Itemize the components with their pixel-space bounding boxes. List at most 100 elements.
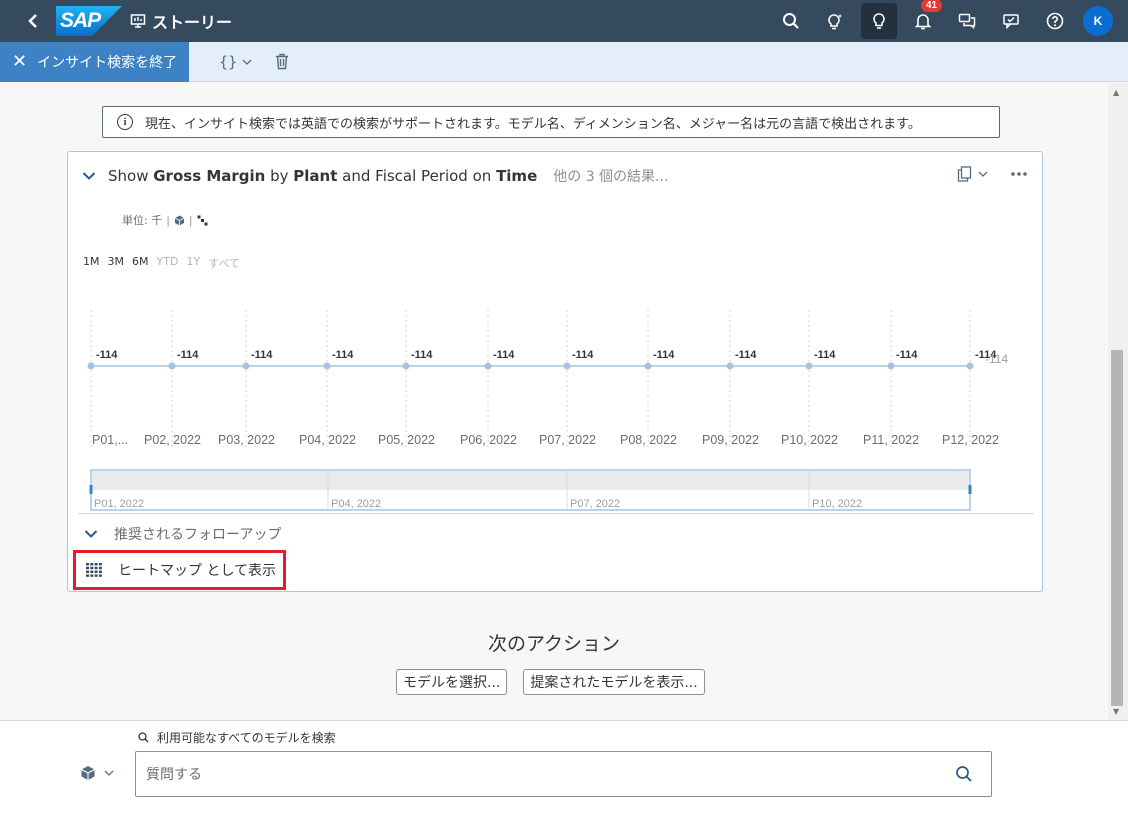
data-point — [402, 362, 410, 370]
scroll-up-icon[interactable]: ▲ — [1113, 88, 1119, 97]
delete-button[interactable] — [274, 53, 290, 70]
range-button[interactable]: 3M — [108, 255, 125, 271]
card-header: Show Gross Margin by Plant and Fiscal Pe… — [82, 166, 668, 186]
x-tick-label: P11, 2022 — [863, 433, 919, 447]
x-tick-label: P08, 2022 — [620, 433, 677, 447]
x-tick-label: P06, 2022 — [460, 433, 517, 447]
time-range-buttons: 1M 3M 6M YTD 1Y すべて — [83, 255, 240, 271]
select-model-button[interactable]: モデルを選択... — [396, 669, 508, 695]
trash-icon — [276, 53, 289, 70]
scrollbar-thumb[interactable] — [1111, 350, 1123, 706]
notice-text: 現在、インサイト検索では英語での検索がサポートされます。モデル名、ディメンション… — [145, 116, 921, 132]
more-results-link[interactable]: 他の 3 個の結果... — [553, 166, 668, 186]
search-button[interactable] — [773, 3, 809, 39]
navigator-label: P07, 2022 — [570, 498, 620, 510]
data-point — [966, 362, 974, 370]
question-input-box — [135, 751, 992, 797]
info-icon: i — [117, 114, 133, 130]
card-title-part: Gross Margin — [153, 167, 266, 185]
data-point — [644, 362, 652, 370]
navigator-label: P04, 2022 — [331, 498, 381, 510]
help-icon — [1046, 12, 1064, 30]
card-title-part: Time — [496, 167, 538, 185]
data-point — [87, 362, 95, 370]
insight-search-button[interactable] — [861, 3, 897, 39]
page-title: ストーリー — [152, 13, 233, 32]
navigator-handle-right[interactable] — [968, 485, 972, 494]
heatmap-label: ヒートマップ として表示 — [118, 563, 277, 579]
scroll-down-icon[interactable]: ▼ — [1113, 707, 1119, 716]
x-tick-label: P01,... — [92, 433, 128, 447]
search-all-models-label: 利用可能なすべてのモデルを検索 — [157, 731, 336, 745]
x-tick-label: P04, 2022 — [299, 433, 356, 447]
exit-insight-search-button[interactable]: ✕ インサイト検索を終了 — [0, 41, 190, 82]
data-label: -114 — [96, 349, 118, 361]
heatmap-grid-icon — [86, 563, 102, 577]
card-title-part: and Fiscal Period on — [337, 167, 497, 185]
copy-menu-button[interactable] — [957, 166, 988, 182]
data-point — [887, 362, 895, 370]
feedback-button[interactable] — [993, 3, 1029, 39]
formula-menu-button[interactable]: {} — [219, 53, 252, 71]
language-notice: i 現在、インサイト検索では英語での検索がサポートされます。モデル名、ディメンシ… — [102, 106, 1000, 138]
range-button[interactable]: 1M — [83, 255, 100, 271]
bell-icon — [914, 14, 932, 30]
chevron-down-icon — [104, 770, 114, 776]
notifications-button[interactable]: 41 — [905, 0, 943, 39]
show-as-heatmap-button[interactable]: ヒートマップ として表示 — [73, 550, 286, 590]
question-input[interactable] — [146, 764, 926, 786]
range-button[interactable]: YTD — [157, 255, 179, 271]
model-cube-icon — [174, 215, 185, 225]
discussions-button[interactable] — [949, 3, 985, 39]
smart-insight-button[interactable] — [817, 3, 853, 39]
copy-icon — [957, 166, 972, 182]
vertical-scrollbar[interactable]: ▲ ▼ — [1108, 83, 1128, 720]
question-panel: 利用可能なすべてのモデルを検索 — [0, 720, 1128, 814]
card-title-part: Plant — [293, 167, 338, 185]
data-label: -114 — [814, 349, 836, 361]
exit-insight-search-label: インサイト検索を終了 — [37, 54, 178, 71]
search-icon[interactable] — [955, 765, 973, 783]
chevron-down-icon — [84, 530, 98, 538]
range-button[interactable]: 1Y — [186, 255, 200, 271]
search-all-models-link[interactable]: 利用可能なすべてのモデルを検索 — [138, 729, 336, 746]
data-label: -114 — [735, 349, 757, 361]
data-point — [323, 362, 331, 370]
main-content: i 現在、インサイト検索では英語での検索がサポートされます。モデル名、ディメンシ… — [0, 83, 1108, 720]
user-avatar[interactable]: K — [1083, 6, 1113, 36]
x-tick-label: P10, 2022 — [781, 433, 838, 447]
data-label: -114 — [653, 349, 675, 361]
data-label: -114 — [896, 349, 918, 361]
chat-icon — [958, 13, 976, 30]
x-tick-label: P02, 2022 — [144, 433, 201, 447]
data-label: -114 — [411, 349, 433, 361]
x-tick-label: P03, 2022 — [218, 433, 275, 447]
show-suggested-models-button[interactable]: 提案されたモデルを表示... — [523, 669, 705, 695]
shell-bar: SAP ストーリー 41 K — [0, 0, 1128, 42]
model-cube-icon — [81, 766, 95, 780]
card-divider — [78, 513, 1034, 514]
data-point — [726, 362, 734, 370]
data-label: -114 — [177, 349, 199, 361]
model-picker-button[interactable] — [80, 765, 114, 781]
range-button[interactable]: 6M — [132, 255, 149, 271]
data-label: -114 — [572, 349, 594, 361]
feedback-icon — [1003, 14, 1019, 30]
data-point — [168, 362, 176, 370]
chevron-down-icon[interactable] — [82, 171, 96, 181]
more-options-icon[interactable] — [1010, 171, 1028, 177]
x-tick-label: P07, 2022 — [539, 433, 596, 447]
data-label: -114 — [251, 349, 273, 361]
back-button[interactable] — [18, 0, 48, 42]
help-button[interactable] — [1037, 3, 1073, 39]
data-point — [242, 362, 250, 370]
followup-toggle[interactable]: 推奨されるフォローアップ — [84, 524, 281, 544]
navigator-label: P01, 2022 — [94, 498, 144, 510]
card-title-part: Show — [108, 167, 154, 185]
navigator-handle-left[interactable] — [89, 485, 93, 494]
notification-badge: 41 — [921, 0, 943, 12]
insight-card: Show Gross Margin by Plant and Fiscal Pe… — [67, 151, 1043, 592]
story-icon — [130, 13, 146, 29]
search-icon — [783, 13, 799, 29]
range-button[interactable]: すべて — [208, 255, 240, 271]
